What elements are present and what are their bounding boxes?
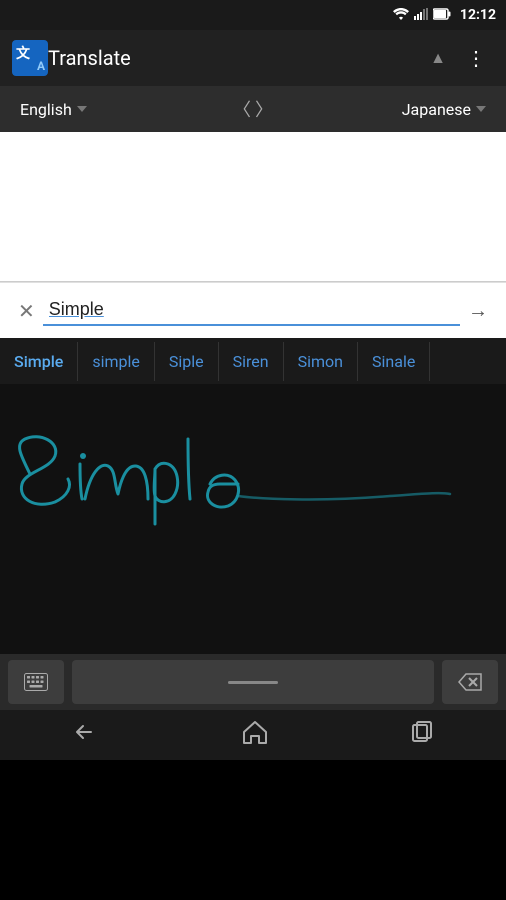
status-time: 12:12 xyxy=(460,7,496,23)
status-bar: 12:12 xyxy=(0,0,506,30)
submit-translation-button[interactable]: → xyxy=(460,290,496,331)
keyboard-bar xyxy=(0,654,506,710)
suggestions-bar: Simple simple Siple Siren Simon Sinale xyxy=(0,338,506,384)
signal-icon xyxy=(414,8,428,23)
source-language-label: English xyxy=(20,100,72,119)
source-language-button[interactable]: English xyxy=(8,92,223,127)
wifi-icon xyxy=(393,8,409,23)
overflow-menu-button[interactable]: ⋮ xyxy=(458,38,494,78)
target-language-label: Japanese xyxy=(402,100,471,119)
swap-languages-button[interactable]: 〈 〉 xyxy=(223,96,283,122)
target-lang-dropdown-icon xyxy=(476,106,486,112)
dropdown-hint-icon: ▲ xyxy=(430,48,446,68)
keyboard-toggle-button[interactable] xyxy=(8,660,64,704)
icon-zh-char: 文 xyxy=(16,43,30,63)
target-language-button[interactable]: Japanese xyxy=(283,92,498,127)
battery-icon xyxy=(433,8,451,23)
delete-key[interactable] xyxy=(442,660,498,704)
space-bar-indicator xyxy=(228,681,278,684)
app-icon: 文 A xyxy=(12,40,48,76)
suggestion-item[interactable]: simple xyxy=(78,342,155,381)
suggestion-item[interactable]: Simon xyxy=(284,342,358,381)
suggestion-item[interactable]: Siren xyxy=(219,342,284,381)
home-button[interactable] xyxy=(222,712,288,758)
translation-output-area xyxy=(0,132,506,282)
space-key[interactable] xyxy=(72,660,434,704)
suggestion-item[interactable]: Siple xyxy=(155,342,219,381)
back-button[interactable] xyxy=(51,713,119,757)
suggestion-item[interactable]: Sinale xyxy=(358,342,430,381)
handwriting-canvas[interactable] xyxy=(0,384,506,654)
app-bar: 文 A Translate ▲ ⋮ xyxy=(0,30,506,86)
swap-right-icon: 〉 xyxy=(255,96,273,122)
nav-bar xyxy=(0,710,506,760)
suggestion-item[interactable]: Simple xyxy=(0,342,78,381)
source-lang-dropdown-icon xyxy=(77,106,87,112)
translation-input[interactable] xyxy=(43,295,460,326)
clear-input-button[interactable]: ✕ xyxy=(10,291,43,331)
app-title: Translate xyxy=(48,46,430,70)
handwriting-svg xyxy=(0,384,506,654)
recents-button[interactable] xyxy=(391,713,455,757)
swap-left-icon: 〈 xyxy=(233,96,251,122)
language-bar: English 〈 〉 Japanese xyxy=(0,86,506,132)
input-row: ✕ → xyxy=(0,282,506,338)
icon-en-char: A xyxy=(37,59,45,73)
